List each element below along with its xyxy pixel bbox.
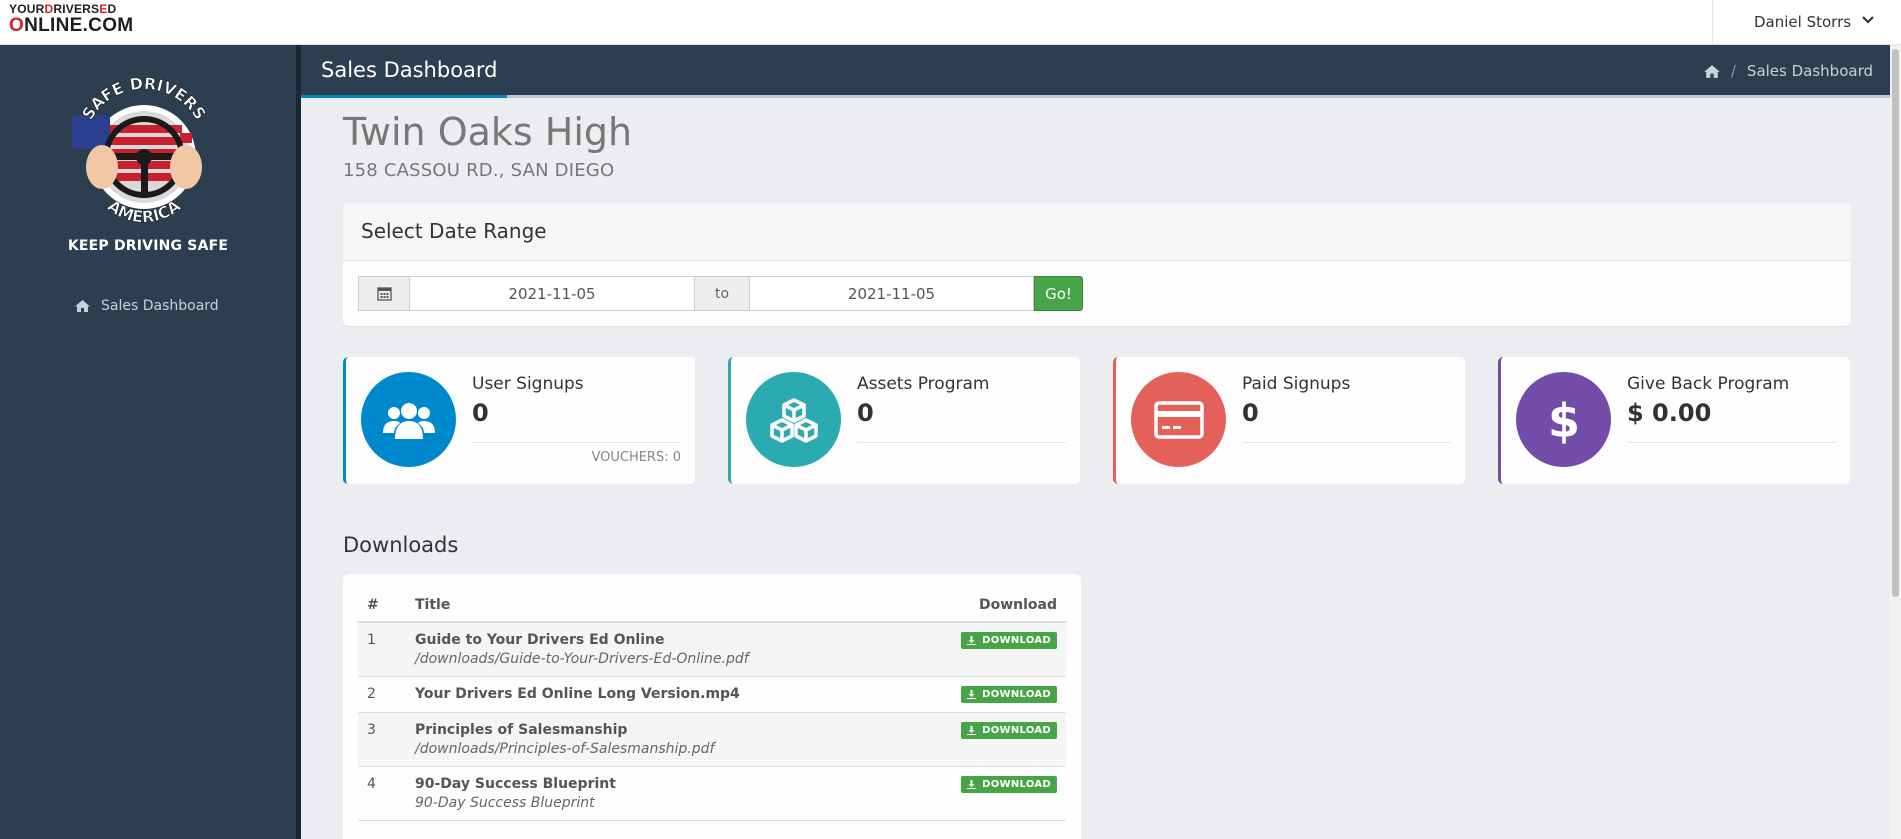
- start-date-input[interactable]: [410, 276, 695, 311]
- divider: [1242, 442, 1451, 443]
- download-button[interactable]: DOWNLOAD: [961, 686, 1057, 703]
- vertical-scrollbar[interactable]: [1890, 45, 1901, 839]
- svg-text:$: $: [1549, 395, 1579, 445]
- chevron-down-icon: [1862, 16, 1874, 24]
- table-row: 3 Principles of Salesmanship/downloads/P…: [358, 712, 1066, 767]
- user-name: Daniel Storrs: [1754, 13, 1852, 31]
- page-header: Sales Dashboard / Sales Dashboard: [301, 45, 1901, 98]
- logo-text: O: [9, 15, 25, 36]
- stat-title: Assets Program: [857, 374, 990, 394]
- home-icon[interactable]: [1703, 64, 1721, 79]
- download-label: DOWNLOAD: [982, 689, 1051, 700]
- go-button[interactable]: Go!: [1034, 276, 1083, 311]
- download-button[interactable]: DOWNLOAD: [961, 776, 1057, 793]
- row-number: 1: [358, 622, 406, 677]
- page-title: Sales Dashboard: [321, 58, 498, 82]
- stat-value: 0: [472, 399, 489, 427]
- download-icon: [967, 636, 977, 645]
- divider: [1627, 442, 1836, 443]
- column-header-download: Download: [904, 588, 1066, 623]
- end-date-input[interactable]: [749, 276, 1034, 311]
- breadcrumb: / Sales Dashboard: [1703, 62, 1873, 80]
- safe-drivers-america-badge: SAFE DRIVERS AMERICA: [72, 75, 210, 227]
- column-header-number: #: [358, 588, 406, 623]
- breadcrumb-current: Sales Dashboard: [1746, 62, 1873, 80]
- calendar-icon: [376, 287, 392, 301]
- users-icon: [361, 372, 456, 467]
- stat-title: User Signups: [472, 374, 584, 394]
- to-label: to: [695, 276, 749, 311]
- home-icon: [75, 300, 90, 312]
- row-title: Guide to Your Drivers Ed Online: [415, 632, 665, 648]
- row-title: Principles of Salesmanship: [415, 722, 628, 738]
- school-name: Twin Oaks High: [343, 110, 633, 154]
- downloads-title: Downloads: [343, 533, 459, 557]
- stat-value: $ 0.00: [1627, 399, 1712, 427]
- site-logo[interactable]: YOURDRIVERSED ONLINE.COM: [9, 3, 133, 35]
- stat-value: 0: [1242, 399, 1259, 427]
- stat-value: 0: [857, 399, 874, 427]
- user-menu[interactable]: Daniel Storrs: [1712, 0, 1901, 44]
- row-number: 2: [358, 676, 406, 713]
- download-label: DOWNLOAD: [982, 635, 1051, 646]
- date-range-panel: Select Date Range to Go!: [343, 203, 1851, 326]
- table-header-row: # Title Download: [358, 588, 1066, 623]
- stat-card-paid-signups: Paid Signups 0: [1113, 357, 1465, 484]
- table-row: 4 90-Day Success Blueprint 90-Day Success…: [358, 766, 1066, 821]
- top-bar: YOURDRIVERSED ONLINE.COM Daniel Storrs: [0, 0, 1901, 45]
- calendar-addon: [358, 276, 410, 311]
- date-range-controls: to Go!: [358, 276, 1083, 311]
- row-path: /downloads/Guide-to-Your-Drivers-Ed-Onli…: [415, 651, 749, 667]
- stat-card-give-back-program: $ Give Back Program $ 0.00: [1498, 357, 1850, 484]
- download-icon: [967, 690, 977, 699]
- breadcrumb-separator: /: [1730, 62, 1736, 80]
- row-path: 90-Day Success Blueprint: [415, 795, 595, 811]
- stat-card-assets-program: Assets Program 0: [728, 357, 1080, 484]
- row-number: 4: [358, 766, 406, 821]
- cubes-icon: [746, 372, 841, 467]
- sidebar: SAFE DRIVERS AMERICA KEEP DRIVING SAFE S…: [0, 45, 296, 839]
- table-row: 2 Your Drivers Ed Online Long Version.mp…: [358, 676, 1066, 713]
- stat-title: Paid Signups: [1242, 374, 1351, 394]
- divider: [857, 442, 1066, 443]
- logo-text: NLINE.COM: [24, 15, 134, 36]
- download-button[interactable]: DOWNLOAD: [961, 722, 1057, 739]
- dollar-icon: $: [1516, 372, 1611, 467]
- scrollbar-thumb[interactable]: [1892, 49, 1899, 597]
- school-address: 158 CASSOU RD., SAN DIEGO: [343, 160, 615, 181]
- download-button[interactable]: DOWNLOAD: [961, 632, 1057, 649]
- row-number: 3: [358, 712, 406, 767]
- sidebar-edge: [296, 45, 301, 839]
- logo-text: YOUR: [9, 2, 45, 16]
- sidebar-item-label: Sales Dashboard: [101, 298, 219, 314]
- row-path: /downloads/Principles-of-Salesmanship.pd…: [415, 741, 715, 757]
- download-icon: [967, 780, 977, 789]
- stat-card-user-signups: User Signups 0 VOUCHERS: 0: [343, 357, 695, 484]
- stat-footer: VOUCHERS: 0: [591, 450, 681, 465]
- table-row: 1 Guide to Your Drivers Ed Online/downlo…: [358, 622, 1066, 677]
- download-icon: [967, 726, 977, 735]
- row-title: Your Drivers Ed Online Long Version.mp4: [415, 686, 740, 702]
- logo-text: RIVERS: [53, 2, 100, 16]
- column-header-title: Title: [406, 588, 905, 623]
- row-title: 90-Day Success Blueprint: [415, 776, 616, 792]
- divider: [472, 442, 681, 443]
- title-underline: [301, 95, 507, 98]
- download-label: DOWNLOAD: [982, 725, 1051, 736]
- stat-title: Give Back Program: [1627, 374, 1790, 394]
- downloads-table: # Title Download 1 Guide to Your Drivers…: [358, 588, 1066, 821]
- download-label: DOWNLOAD: [982, 779, 1051, 790]
- sidebar-item-sales-dashboard[interactable]: Sales Dashboard: [74, 298, 219, 314]
- logo-text: D: [107, 2, 117, 16]
- downloads-panel: # Title Download 1 Guide to Your Drivers…: [343, 574, 1081, 839]
- credit-card-icon: [1131, 372, 1226, 467]
- sidebar-tagline: KEEP DRIVING SAFE: [67, 238, 229, 254]
- date-range-title: Select Date Range: [343, 203, 1851, 261]
